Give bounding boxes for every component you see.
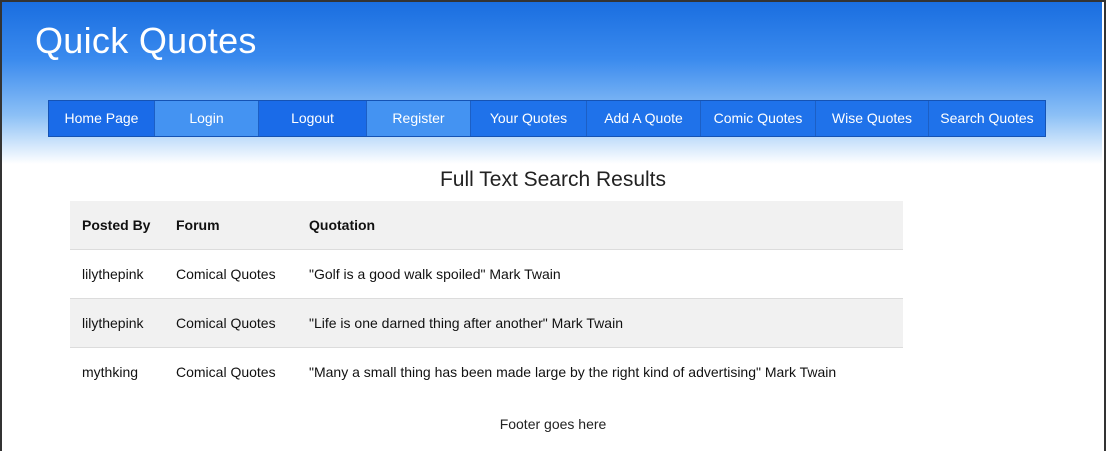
page-footer: Footer goes here [499,416,607,432]
nav-login[interactable]: Login [155,101,259,136]
nav-search-quotes[interactable]: Search Quotes [929,101,1045,136]
nav-home-page[interactable]: Home Page [49,101,155,136]
nav-register[interactable]: Register [367,101,471,136]
table-row: lilythepink Comical Quotes "Life is one … [70,298,903,348]
nav-comic-quotes[interactable]: Comic Quotes [701,101,816,136]
cell-posted-by: lilythepink [70,249,164,299]
cell-posted-by: lilythepink [70,298,164,348]
site-header: Quick Quotes [2,2,1102,164]
results-table: Posted By Forum Quotation lilythepink Co… [70,201,903,396]
nav-wise-quotes[interactable]: Wise Quotes [816,101,929,136]
nav-add-a-quote[interactable]: Add A Quote [587,101,701,136]
site-title: Quick Quotes [35,20,257,61]
cell-forum: Comical Quotes [164,249,297,299]
column-header-quotation: Quotation [297,201,903,250]
column-header-forum: Forum [164,201,297,250]
nav-your-quotes[interactable]: Your Quotes [471,101,587,136]
cell-quotation: "Many a small thing has been made large … [309,364,837,380]
results-title: Full Text Search Results [439,168,667,191]
cell-quotation: "Golf is a good walk spoiled" Mark Twain [297,249,903,299]
main-nav: Home Page Login Logout Register Your Quo… [48,100,1046,137]
column-header-posted-by: Posted By [70,201,164,250]
cell-posted-by: mythking [82,364,139,380]
nav-logout[interactable]: Logout [259,101,367,136]
cell-forum: Comical Quotes [176,364,276,380]
table-row: mythking Comical Quotes "Many a small th… [70,348,903,397]
table-row: lilythepink Comical Quotes "Golf is a go… [70,249,903,299]
cell-forum: Comical Quotes [164,298,297,348]
table-header-row: Posted By Forum Quotation [70,201,903,250]
cell-quotation: "Life is one darned thing after another"… [297,298,903,348]
